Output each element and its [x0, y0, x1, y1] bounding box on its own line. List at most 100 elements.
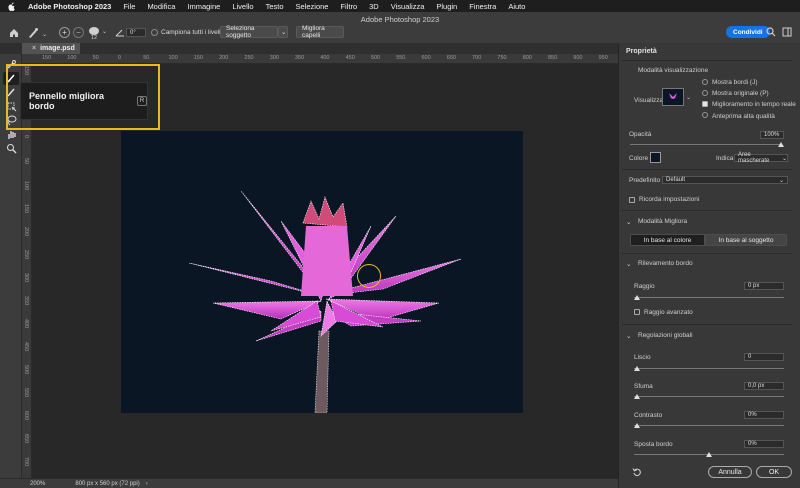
brush-size-icon[interactable] [89, 27, 99, 35]
ruler-tick-label: 350 [295, 55, 305, 61]
indicates-dropdown-icon: ⌄ [781, 155, 787, 162]
indicates-value: Aree mascherate [738, 152, 770, 164]
global-adjustments-chevron-icon[interactable]: ⌄ [626, 332, 631, 340]
smart-radius-checkbox[interactable] [634, 309, 640, 315]
ruler-tick-label: 50 [92, 55, 99, 61]
ruler-tick-label: 150 [23, 204, 29, 214]
view-mode-heading: Modalità visualizzazione [638, 67, 709, 74]
window-title: Adobe Photoshop 2023 [360, 14, 440, 24]
remember-settings-checkbox[interactable] [629, 197, 635, 203]
app-menu[interactable]: Adobe Photoshop 2023 [28, 2, 111, 11]
opacity-label: Opacità [629, 131, 652, 138]
ruler-tick-label: 0 [23, 135, 29, 139]
radius-slider-handle[interactable] [634, 295, 640, 300]
ruler-tick-label: 600 [23, 411, 29, 421]
tooltip-shortcut: R [137, 96, 147, 106]
menu-filtro[interactable]: Filtro [340, 2, 357, 11]
apple-icon[interactable] [8, 2, 16, 11]
document-tab-close-icon[interactable]: × [32, 45, 36, 52]
contrast-input[interactable]: 0% [744, 411, 784, 419]
contrast-slider[interactable] [634, 425, 784, 426]
zoom-level[interactable]: 200% [30, 481, 45, 487]
panel-divider [622, 253, 792, 254]
feather-label: Sfuma [634, 383, 653, 390]
menu-testo[interactable]: Testo [266, 2, 284, 11]
search-icon[interactable] [766, 27, 776, 37]
object-aware-button[interactable]: In base al soggetto [705, 234, 787, 246]
opacity-input[interactable]: 100% [760, 131, 784, 139]
feather-input[interactable]: 0,0 px [744, 382, 784, 390]
show-original-checkbox[interactable] [702, 90, 708, 96]
angle-input[interactable]: 0° [126, 28, 146, 37]
preset-select[interactable]: Default ⌄ [662, 176, 788, 184]
properties-title: Proprietà [626, 48, 657, 55]
smooth-slider-handle[interactable] [634, 366, 640, 371]
smooth-slider[interactable] [634, 368, 784, 369]
ruler-tick-label: 400 [320, 55, 330, 61]
feather-slider[interactable] [634, 396, 784, 397]
refine-hair-button[interactable]: Migliora capelli [296, 25, 344, 39]
menu-livello[interactable]: Livello [232, 2, 253, 11]
document-info-arrow-icon[interactable]: › [146, 481, 148, 487]
preset-dropdown-icon: ⌄ [778, 177, 784, 184]
hq-preview-label: Anteprima alta qualità [712, 113, 775, 120]
menu-modifica[interactable]: Modifica [147, 2, 175, 11]
opacity-slider[interactable] [630, 144, 782, 145]
document-canvas[interactable] [121, 131, 523, 413]
add-to-selection-icon[interactable]: + [59, 27, 70, 38]
shift-edge-slider-handle[interactable] [706, 452, 712, 457]
share-button[interactable]: Condividi [726, 26, 770, 38]
home-icon[interactable] [9, 28, 19, 38]
menu-file[interactable]: File [123, 2, 135, 11]
indicates-select[interactable]: Aree mascherate ⌄ [734, 152, 788, 164]
workspace-icon[interactable] [782, 27, 792, 37]
sample-all-layers-checkbox[interactable] [151, 29, 158, 36]
color-aware-button[interactable]: In base al colore [630, 234, 705, 246]
smooth-input[interactable]: 0 [744, 353, 784, 361]
overlay-color-swatch[interactable] [650, 152, 661, 163]
edge-detection-chevron-icon[interactable]: ⌄ [626, 260, 631, 268]
ruler-tick-label: 650 [23, 434, 29, 444]
ruler-tick-label: 450 [345, 55, 355, 61]
document-tab[interactable]: × image.psd [22, 43, 80, 54]
horizontal-ruler: 150 100 50 0 50 100 150 200 250 300 350 400 450 500 55… [22, 54, 618, 64]
select-subject-dropdown-icon[interactable]: ⌄ [278, 26, 288, 38]
view-mode-thumbnail[interactable] [662, 88, 684, 106]
menu-finestra[interactable]: Finestra [469, 2, 496, 11]
ruler-tick-label: 100 [23, 181, 29, 191]
view-mode-dropdown-icon[interactable]: ⌄ [686, 94, 691, 101]
ok-button[interactable]: OK [756, 466, 792, 478]
menu-immagine[interactable]: Immagine [187, 2, 220, 11]
subtract-from-selection-icon[interactable]: − [73, 27, 84, 38]
menu-selezione[interactable]: Selezione [296, 2, 329, 11]
opacity-slider-handle[interactable] [778, 142, 784, 147]
contrast-slider-handle[interactable] [634, 423, 640, 428]
tool-preset-dropdown-icon[interactable]: ⌄ [42, 31, 47, 38]
ruler-tick-label: 400 [23, 319, 29, 329]
remember-settings-label: Ricorda impostazioni [639, 196, 700, 203]
menu-plugin[interactable]: Plugin [436, 2, 457, 11]
ruler-tick-label: 850 [548, 55, 558, 61]
global-adjustments-heading: Regolazioni globali [638, 332, 693, 339]
brush-tool-preset-icon[interactable] [27, 27, 39, 39]
zoom-tool-icon[interactable] [3, 142, 19, 155]
radius-slider[interactable] [634, 297, 784, 298]
show-edge-checkbox[interactable] [702, 79, 708, 85]
ruler-tick-label: 100 [67, 55, 77, 61]
ruler-tick-label: 800 [522, 55, 532, 61]
shift-edge-input[interactable]: 0% [744, 440, 784, 448]
ruler-tick-label: 300 [23, 273, 29, 283]
radius-input[interactable]: 0 px [744, 282, 784, 290]
select-subject-button[interactable]: Seleziona soggetto [220, 25, 278, 39]
realtime-checkbox[interactable] [702, 101, 708, 107]
menu-3d[interactable]: 3D [369, 2, 379, 11]
brush-size-dropdown-icon[interactable]: ⌄ [102, 28, 107, 35]
reset-icon[interactable] [632, 467, 642, 477]
feather-slider-handle[interactable] [634, 394, 640, 399]
cancel-button[interactable]: Annulla [708, 466, 752, 478]
menu-aiuto[interactable]: Aiuto [508, 2, 525, 11]
menu-visualizza[interactable]: Visualizza [391, 2, 425, 11]
hq-preview-checkbox[interactable] [702, 112, 708, 118]
smart-radius-label: Raggio avanzato [644, 309, 693, 316]
refine-mode-chevron-icon[interactable]: ⌄ [626, 218, 631, 226]
